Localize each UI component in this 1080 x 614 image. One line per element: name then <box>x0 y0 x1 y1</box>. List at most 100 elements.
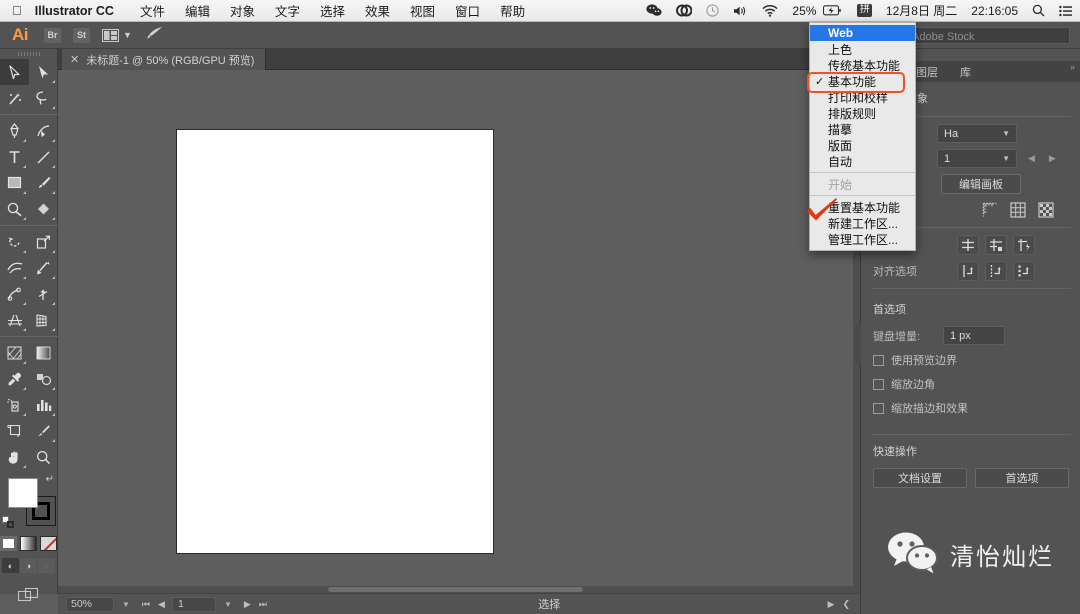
artboard[interactable] <box>176 129 494 554</box>
wechat-icon[interactable] <box>639 4 669 17</box>
first-artboard-icon[interactable]: ⏮ <box>138 599 154 610</box>
artboard-select[interactable]: 1 ▼ <box>937 149 1017 168</box>
smart-guides-icon[interactable] <box>1013 235 1035 255</box>
show-guides-icon[interactable] <box>957 235 979 255</box>
battery-charging-icon[interactable] <box>823 5 850 16</box>
resize-grip-icon[interactable]: ❮ <box>842 599 850 610</box>
draw-inside-button[interactable]: ○ <box>38 558 55 573</box>
menubar-item-effect[interactable]: 效果 <box>355 1 400 20</box>
chevron-down-icon[interactable]: ▼ <box>216 600 240 609</box>
scale-tool[interactable] <box>29 229 58 255</box>
play-icon[interactable]: ▶ <box>828 599 835 610</box>
curvature-tool[interactable] <box>29 118 58 144</box>
snap-to-pixel-icon[interactable] <box>1013 261 1035 281</box>
eyedropper-tool[interactable] <box>0 366 29 392</box>
wifi-icon[interactable] <box>755 5 785 17</box>
width-tool[interactable] <box>0 255 29 281</box>
default-fill-stroke-icon[interactable] <box>2 516 14 528</box>
next-artboard-icon[interactable]: ▶ <box>1046 153 1059 164</box>
screen-mode-icon[interactable] <box>0 587 57 603</box>
gradient-swatch-button[interactable] <box>20 536 37 551</box>
zoom-level-input[interactable]: 50% <box>66 597 114 612</box>
lock-guides-icon[interactable] <box>985 235 1007 255</box>
last-artboard-icon[interactable]: ⏭ <box>255 599 271 610</box>
stock-button[interactable]: St <box>73 28 90 43</box>
magic-wand-tool[interactable] <box>0 85 29 111</box>
chevron-down-icon[interactable]: ▼ <box>123 30 132 40</box>
document-tab[interactable]: ✕ 未标题-1 @ 50% (RGB/GPU 预览) <box>62 49 266 70</box>
type-tool[interactable] <box>0 144 29 170</box>
preview-bounds-checkbox[interactable] <box>873 355 884 366</box>
tools-panel-grip[interactable] <box>0 49 57 59</box>
menu-item-tracing[interactable]: 描摹 <box>810 121 915 137</box>
menu-item-typography[interactable]: 排版规则 <box>810 105 915 121</box>
preview-bounds-checkbox-row[interactable]: 使用预览边界 <box>861 348 1080 372</box>
menu-item-legacy-essentials[interactable]: 传统基本功能 <box>810 57 915 73</box>
menu-item-manage-workspaces[interactable]: 管理工作区... <box>810 231 915 247</box>
artboard-tool[interactable] <box>0 418 29 444</box>
scale-corners-checkbox[interactable] <box>873 379 884 390</box>
artboard-number-input[interactable]: 1 <box>172 597 216 612</box>
menu-item-web[interactable]: Web <box>810 25 915 41</box>
shape-builder-tool[interactable] <box>29 196 58 222</box>
selection-tool[interactable] <box>0 59 29 85</box>
menu-item-painting[interactable]: 上色 <box>810 41 915 57</box>
active-app-name[interactable]: Illustrator CC <box>35 4 130 18</box>
scrollbar-thumb[interactable] <box>328 587 582 592</box>
battery-percentage[interactable]: 25% <box>785 4 823 18</box>
direct-selection-tool[interactable] <box>29 59 58 85</box>
perspective-selection-tool[interactable] <box>29 307 58 333</box>
puppet-warp-tool[interactable] <box>0 281 29 307</box>
grid-icon[interactable] <box>1007 200 1029 220</box>
notification-center-icon[interactable] <box>1052 5 1080 17</box>
blend-tool[interactable] <box>29 366 58 392</box>
free-transform-tool[interactable] <box>29 255 58 281</box>
canvas-area[interactable] <box>58 70 860 593</box>
scale-strokes-checkbox[interactable] <box>873 403 884 414</box>
menubar-item-file[interactable]: 文件 <box>130 1 175 20</box>
edit-artboard-button[interactable]: 编辑画板 <box>941 174 1021 194</box>
slice-tool[interactable] <box>29 418 58 444</box>
document-setup-button[interactable]: 文档设置 <box>873 468 967 488</box>
next-artboard-icon[interactable]: ▶ <box>240 599 255 610</box>
snap-to-grid-icon[interactable] <box>985 261 1007 281</box>
menubar-time[interactable]: 22:16:05 <box>964 4 1025 18</box>
gradient-tool[interactable] <box>29 340 58 366</box>
preferences-button[interactable]: 首选项 <box>975 468 1069 488</box>
lasso-tool[interactable] <box>29 85 58 111</box>
bridge-button[interactable]: Br <box>44 28 61 43</box>
ime-indicator[interactable]: 拼 <box>850 4 879 17</box>
menubar-item-select[interactable]: 选择 <box>310 1 355 20</box>
live-paint-tool[interactable] <box>0 340 29 366</box>
apple-icon[interactable]:  <box>0 4 35 17</box>
snap-to-point-icon[interactable] <box>957 261 979 281</box>
symbol-sprayer-tool[interactable] <box>0 392 29 418</box>
double-chevron-icon[interactable]: » <box>1070 62 1075 72</box>
rotate-tool[interactable] <box>0 229 29 255</box>
menubar-item-window[interactable]: 窗口 <box>445 1 490 20</box>
fill-swatch[interactable] <box>8 478 38 508</box>
prev-artboard-icon[interactable]: ◀ <box>154 599 169 610</box>
menubar-item-object[interactable]: 对象 <box>220 1 265 20</box>
none-swatch-button[interactable] <box>40 536 57 551</box>
keyboard-increment-input[interactable]: 1 px <box>943 326 1005 345</box>
pen-tool[interactable] <box>0 118 29 144</box>
hand-tool[interactable] <box>0 444 29 470</box>
menubar-item-help[interactable]: 帮助 <box>490 1 535 20</box>
menubar-item-view[interactable]: 视图 <box>400 1 445 20</box>
line-segment-tool[interactable] <box>29 144 58 170</box>
volume-icon[interactable] <box>726 5 755 17</box>
dropbox-icon[interactable] <box>669 4 699 17</box>
timemachine-icon[interactable] <box>699 4 726 17</box>
chevron-down-icon[interactable]: ▼ <box>114 600 138 609</box>
perspective-grid-tool[interactable] <box>0 307 29 333</box>
canvas-horizontal-scrollbar[interactable] <box>58 586 853 593</box>
rocket-icon[interactable] <box>146 26 163 44</box>
zoom-tool[interactable] <box>29 444 58 470</box>
draw-behind-button[interactable]: ◑ <box>20 558 37 573</box>
menubar-item-type[interactable]: 文字 <box>265 1 310 20</box>
scale-strokes-checkbox-row[interactable]: 缩放描边和效果 <box>861 396 1080 420</box>
panel-resize-grip[interactable] <box>854 324 861 364</box>
color-swatch-button[interactable] <box>0 536 17 551</box>
menu-item-layout[interactable]: 版面 <box>810 137 915 153</box>
